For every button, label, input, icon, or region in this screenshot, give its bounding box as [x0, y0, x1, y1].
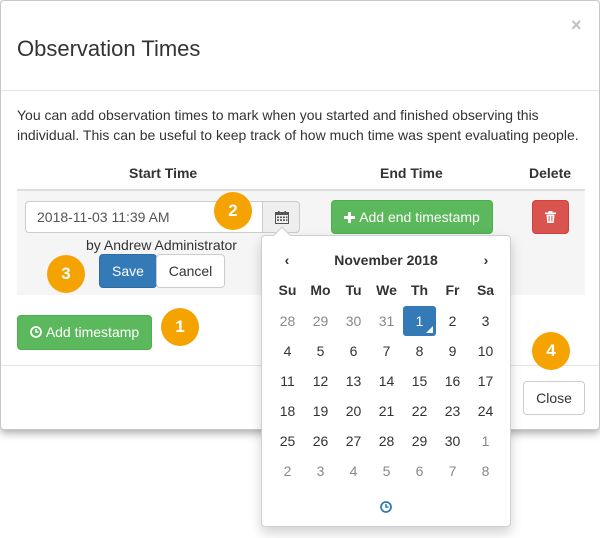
calendar-day[interactable]: 11	[271, 366, 304, 396]
calendar-day[interactable]: 18	[271, 396, 304, 426]
calendar-day[interactable]: 4	[271, 336, 304, 366]
weekday-we: We	[376, 282, 397, 298]
calendar-day[interactable]: 24	[469, 396, 502, 426]
calendar-day[interactable]: 3	[304, 456, 337, 486]
calendar-icon	[275, 211, 289, 224]
calendar-day[interactable]: 23	[436, 396, 469, 426]
calendar-day-selected[interactable]: 1	[403, 306, 436, 336]
calendar-day[interactable]: 4	[337, 456, 370, 486]
calendar-day[interactable]: 17	[469, 366, 502, 396]
modal-description: You can add observation times to mark wh…	[17, 107, 579, 143]
add-timestamp-button[interactable]: Add timestamp	[17, 315, 152, 350]
calendar-day[interactable]: 7	[436, 456, 469, 486]
close-button[interactable]: Close	[523, 381, 585, 415]
callout-badge-1: 1	[161, 308, 199, 346]
add-timestamp-label: Add timestamp	[45, 324, 140, 340]
plus-icon	[344, 212, 356, 223]
add-end-timestamp-label: Add end timestamp	[359, 209, 480, 225]
calendar-day[interactable]: 6	[337, 336, 370, 366]
author-byline: by Andrew Administrator	[86, 237, 237, 253]
calendar-day[interactable]: 2	[436, 306, 469, 336]
time-toggle-button[interactable]	[377, 498, 395, 516]
calendar-day[interactable]: 9	[436, 336, 469, 366]
calendar-day[interactable]: 2	[271, 456, 304, 486]
close-icon[interactable]: ×	[571, 15, 582, 35]
calendar-day[interactable]: 22	[403, 396, 436, 426]
save-button[interactable]: Save	[99, 254, 157, 288]
calendar-day[interactable]: 5	[370, 456, 403, 486]
calendar-day[interactable]: 6	[403, 456, 436, 486]
calendar-day[interactable]: 27	[337, 426, 370, 456]
calendar-day[interactable]: 10	[469, 336, 502, 366]
clock-icon	[29, 326, 42, 338]
trash-icon	[545, 211, 556, 223]
callout-badge-3: 3	[47, 255, 85, 293]
cancel-button[interactable]: Cancel	[156, 254, 225, 288]
weekday-mo: Mo	[310, 282, 331, 298]
weekday-tu: Tu	[345, 282, 362, 298]
calendar-day[interactable]: 25	[271, 426, 304, 456]
column-header-delete: Delete	[529, 165, 572, 181]
delete-button[interactable]	[532, 200, 569, 234]
calendar-day[interactable]: 3	[469, 306, 502, 336]
callout-badge-2: 2	[214, 192, 252, 230]
calendar-day[interactable]: 29	[403, 426, 436, 456]
modal-header: Observation Times ×	[1, 1, 599, 91]
calendar-day[interactable]: 19	[304, 396, 337, 426]
calendar-day[interactable]: 26	[304, 426, 337, 456]
calendar-day[interactable]: 30	[436, 426, 469, 456]
column-header-end-time: End Time	[380, 165, 443, 181]
month-label[interactable]: November 2018	[302, 251, 470, 269]
weekday-sa: Sa	[476, 282, 495, 298]
calendar-day[interactable]: 21	[370, 396, 403, 426]
calendar-day[interactable]: 15	[403, 366, 436, 396]
column-header-start-time: Start Time	[129, 165, 198, 181]
callout-badge-4: 4	[532, 332, 570, 370]
weekday-fr: Fr	[445, 282, 460, 298]
modal-title: Observation Times	[17, 36, 201, 61]
today-marker	[426, 326, 433, 333]
weekday-su: Su	[278, 282, 297, 298]
weekday-th: Th	[410, 282, 429, 298]
calendar-day[interactable]: 16	[436, 366, 469, 396]
calendar-day[interactable]: 29	[304, 306, 337, 336]
calendar-day[interactable]: 1	[469, 426, 502, 456]
calendar-day[interactable]: 14	[370, 366, 403, 396]
calendar-day[interactable]: 20	[337, 396, 370, 426]
calendar-day[interactable]: 5	[304, 336, 337, 366]
clock-icon	[380, 501, 392, 513]
calendar-day[interactable]: 13	[337, 366, 370, 396]
next-month-button[interactable]: ›	[476, 250, 496, 270]
add-end-timestamp-button[interactable]: Add end timestamp	[331, 200, 493, 234]
calendar-day[interactable]: 12	[304, 366, 337, 396]
calendar-day[interactable]: 30	[337, 306, 370, 336]
datepicker-popup: ‹ November 2018 › Su Mo Tu We Th Fr Sa 28 29 30 3…	[261, 226, 511, 527]
calendar-day[interactable]: 31	[370, 306, 403, 336]
prev-month-button[interactable]: ‹	[277, 250, 297, 270]
calendar-day[interactable]: 7	[370, 336, 403, 366]
calendar-day[interactable]: 8	[403, 336, 436, 366]
calendar-day[interactable]: 28	[370, 426, 403, 456]
calendar-day[interactable]: 8	[469, 456, 502, 486]
calendar-day[interactable]: 28	[271, 306, 304, 336]
